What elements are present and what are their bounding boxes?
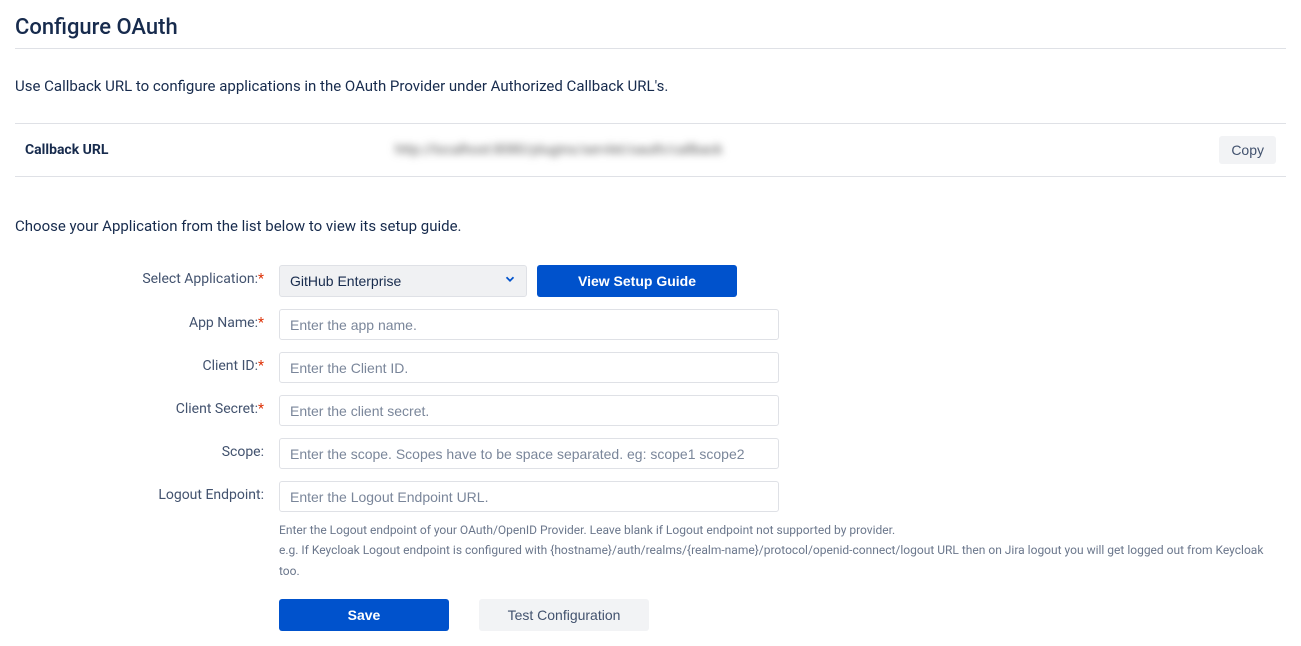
app-name-input[interactable] [279,309,779,340]
copy-button[interactable]: Copy [1219,136,1276,164]
scope-label: Scope: [15,438,264,460]
view-setup-guide-button[interactable]: View Setup Guide [537,265,737,297]
row-client-id: Client ID:* [15,352,1286,383]
row-scope: Scope: [15,438,1286,469]
client-id-label: Client ID:* [15,352,264,374]
select-application-label: Select Application:* [15,265,264,287]
row-select-application: Select Application:* GitHub Enterprise V… [15,265,1286,297]
select-application-dropdown[interactable]: GitHub Enterprise [279,265,527,297]
logout-hint-1: Enter the Logout endpoint of your OAuth/… [279,520,1286,540]
callback-url-row: Callback URL http://localhost:8080/plugi… [15,123,1286,177]
callback-url-value: http://localhost:8080/plugins/servlet/oa… [395,142,723,158]
scope-input[interactable] [279,438,779,469]
client-secret-label: Client Secret:* [15,395,264,417]
row-client-secret: Client Secret:* [15,395,1286,426]
row-app-name: App Name:* [15,309,1286,340]
intro-text: Use Callback URL to configure applicatio… [15,77,1286,95]
app-name-label: App Name:* [15,309,264,331]
title-divider [15,48,1286,49]
logout-hint-2: e.g. If Keycloak Logout endpoint is conf… [279,540,1286,581]
client-secret-input[interactable] [279,395,779,426]
save-button[interactable]: Save [279,599,449,631]
test-configuration-button[interactable]: Test Configuration [479,599,649,631]
page-title: Configure OAuth [15,15,1286,40]
client-id-input[interactable] [279,352,779,383]
row-logout-endpoint: Logout Endpoint: [15,481,1286,512]
action-buttons: Save Test Configuration [279,599,1286,631]
logout-endpoint-label: Logout Endpoint: [15,481,264,503]
choose-app-text: Choose your Application from the list be… [15,217,1286,235]
logout-endpoint-input[interactable] [279,481,779,512]
callback-url-label: Callback URL [25,142,395,158]
logout-endpoint-hints: Enter the Logout endpoint of your OAuth/… [279,520,1286,581]
